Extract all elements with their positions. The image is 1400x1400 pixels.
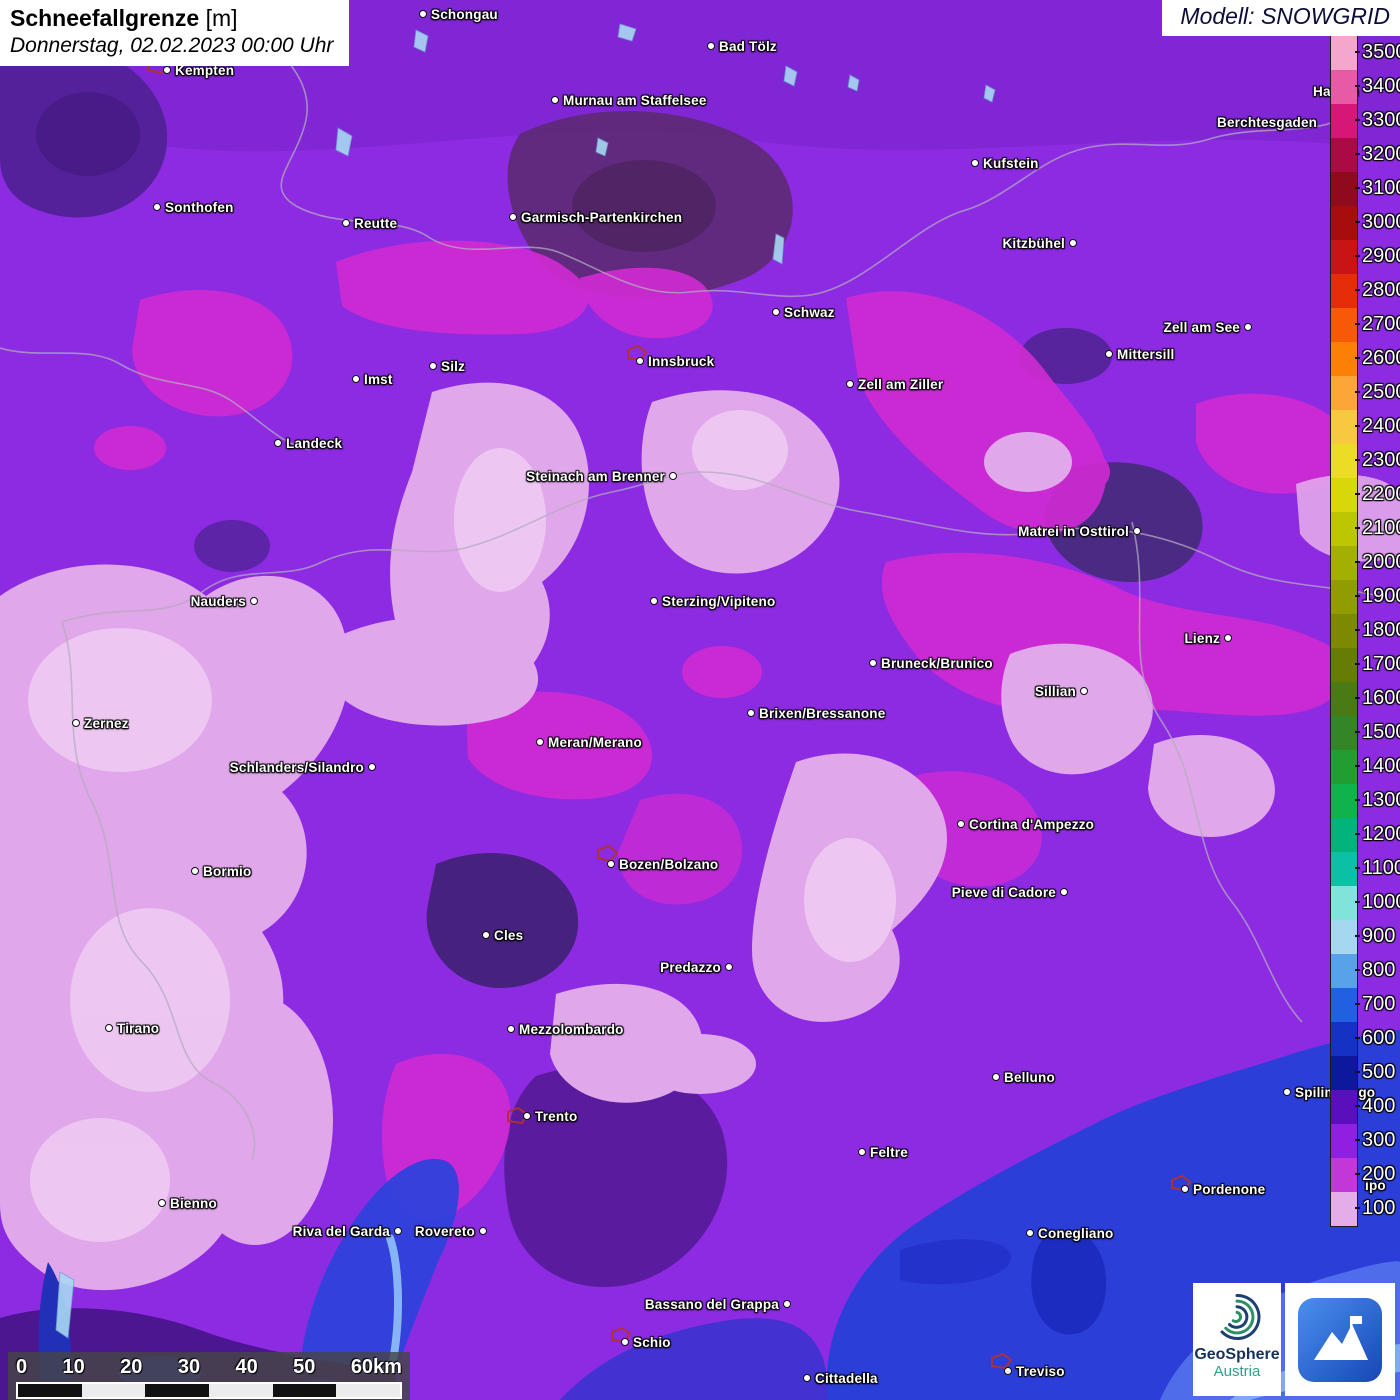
legend-label-2900: 2900	[1362, 245, 1400, 267]
legend-label-3300: 3300	[1362, 109, 1400, 131]
legend-label-1500: 1500	[1362, 721, 1400, 743]
legend-label-3200: 3200	[1362, 143, 1400, 165]
legend-value-labels: 3500 3400 3300 3200 3100 3000 2900 2800 2700 2600…	[1330, 35, 1400, 1235]
mountain-logo	[1285, 1283, 1395, 1396]
geosphere-austria-text: Austria	[1214, 1364, 1261, 1380]
scale-tick-label: 0	[16, 1356, 27, 1379]
legend-label-2100: 2100	[1362, 517, 1400, 539]
legend-label-1900: 1900	[1362, 585, 1400, 607]
geosphere-swirl-icon	[1208, 1288, 1266, 1346]
map-scale-bar: 0 10 20 30 40 50 60km	[8, 1352, 410, 1400]
scale-tick-label: 30	[178, 1356, 200, 1379]
scale-tick-label: 10	[63, 1356, 85, 1379]
map-title-box: Schneefallgrenze [m] Donnerstag, 02.02.2…	[0, 0, 349, 66]
legend-label-2400: 2400	[1362, 415, 1400, 437]
legend-label-1800: 1800	[1362, 619, 1400, 641]
legend-label-2800: 2800	[1362, 279, 1400, 301]
snowfall-line-map-page: SchongauBad TölzKemptenMurnau am Staffel…	[0, 0, 1400, 1400]
scale-tick-label: 60km	[351, 1356, 402, 1379]
legend-label-2600: 2600	[1362, 347, 1400, 369]
scale-tick-label: 50	[293, 1356, 315, 1379]
legend-label-1300: 1300	[1362, 789, 1400, 811]
title-unit: [m]	[206, 5, 238, 31]
legend-label-2700: 2700	[1362, 313, 1400, 335]
elevation-legend: 3500 3400 3300 3200 3100 3000 2900 2800 2700 2600…	[1330, 35, 1400, 1235]
scale-bar-cell	[145, 1384, 209, 1397]
legend-label-3400: 3400	[1362, 75, 1400, 97]
scale-bar-cell	[273, 1384, 337, 1397]
model-label: Modell: SNOWGRID	[1162, 0, 1400, 36]
legend-label-400: 400	[1362, 1095, 1395, 1117]
legend-label-1600: 1600	[1362, 687, 1400, 709]
scale-bar-segments	[16, 1382, 402, 1399]
scale-bar-cell	[209, 1384, 273, 1397]
legend-label-300: 300	[1362, 1129, 1395, 1151]
scale-tick-labels: 0 10 20 30 40 50 60km	[16, 1356, 402, 1379]
legend-label-200: 200	[1362, 1163, 1395, 1185]
geosphere-austria-logo: GeoSphere Austria	[1193, 1283, 1281, 1396]
scale-tick-label: 20	[120, 1356, 142, 1379]
title-datetime: Donnerstag, 02.02.2023 00:00 Uhr	[10, 34, 333, 58]
legend-label-1100: 1100	[1362, 857, 1400, 879]
legend-label-1000: 1000	[1362, 891, 1400, 913]
mountain-icon	[1294, 1294, 1386, 1386]
geosphere-wordmark: GeoSphere	[1194, 1346, 1279, 1364]
legend-label-500: 500	[1362, 1061, 1395, 1083]
scale-bar-cell	[82, 1384, 146, 1397]
legend-label-3000: 3000	[1362, 211, 1400, 233]
scale-tick-label: 40	[236, 1356, 258, 1379]
legend-label-2300: 2300	[1362, 449, 1400, 471]
legend-label-600: 600	[1362, 1027, 1395, 1049]
legend-label-2000: 2000	[1362, 551, 1400, 573]
legend-label-800: 800	[1362, 959, 1395, 981]
legend-label-2200: 2200	[1362, 483, 1400, 505]
legend-label-1200: 1200	[1362, 823, 1400, 845]
scale-bar-cell	[18, 1384, 82, 1397]
legend-label-3100: 3100	[1362, 177, 1400, 199]
legend-label-700: 700	[1362, 993, 1395, 1015]
scale-bar-cell	[336, 1384, 400, 1397]
page-title: Schneefallgrenze [m]	[10, 5, 333, 32]
title-text: Schneefallgrenze	[10, 5, 199, 31]
legend-label-100: 100	[1362, 1197, 1395, 1219]
legend-label-1400: 1400	[1362, 755, 1400, 777]
legend-label-2500: 2500	[1362, 381, 1400, 403]
snowfall-line-raster-map	[0, 0, 1400, 1400]
legend-label-900: 900	[1362, 925, 1395, 947]
legend-label-3500: 3500	[1362, 41, 1400, 63]
legend-label-1700: 1700	[1362, 653, 1400, 675]
